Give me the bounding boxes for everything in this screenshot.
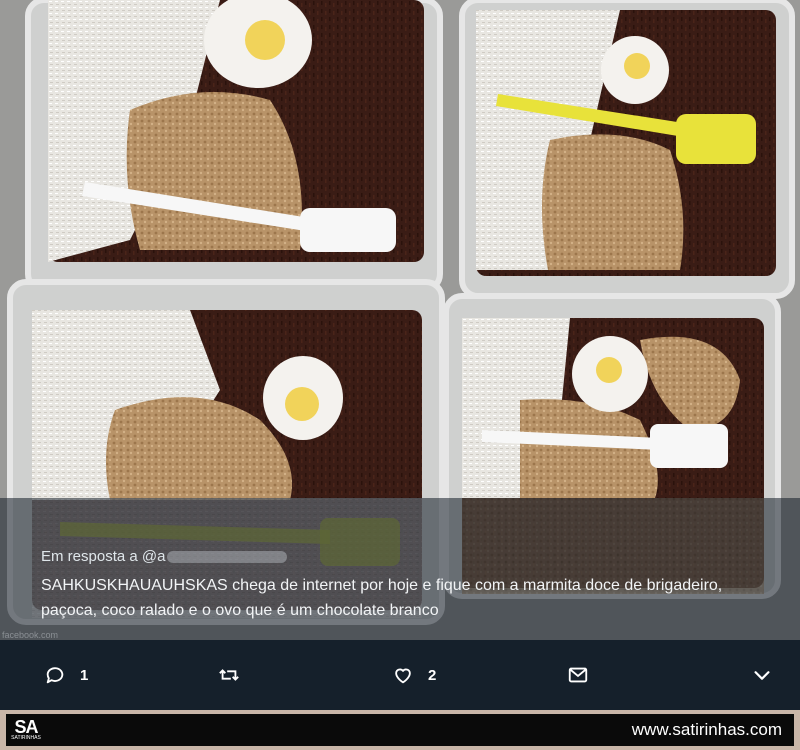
envelope-icon <box>568 667 588 683</box>
logo-mark: SA <box>14 717 38 737</box>
watermark-footer: SA SATIRINHAS www.satirinhas.com <box>0 710 800 750</box>
logo-subtext: SATIRINHAS <box>11 735 41 741</box>
more-options-button[interactable] <box>751 640 773 710</box>
tray-top-left <box>25 0 443 293</box>
chevron-down-icon <box>754 671 770 680</box>
reply-handle[interactable]: @a <box>142 548 166 565</box>
reply-button[interactable]: 1 <box>44 640 88 710</box>
retweet-button[interactable] <box>218 640 240 710</box>
tweet-text: SAHKUSKHAUAUHSKAS chega de internet por … <box>41 577 723 619</box>
reply-prefix: Em resposta a <box>41 548 138 565</box>
blurred-handle <box>167 551 288 564</box>
reply-to-line: Em resposta a @a <box>41 548 288 565</box>
tweet-action-bar: 1 2 <box>0 640 800 710</box>
direct-message-button[interactable] <box>567 640 589 710</box>
retweet-icon <box>219 669 239 681</box>
source-watermark: facebook.com <box>2 630 59 640</box>
heart-icon <box>395 668 411 684</box>
like-count: 2 <box>428 666 437 684</box>
like-button[interactable]: 2 <box>392 640 436 710</box>
reply-icon <box>46 667 64 684</box>
reply-count: 1 <box>80 666 89 684</box>
tray-top-right <box>459 0 795 299</box>
site-url[interactable]: www.satirinhas.com <box>632 720 782 740</box>
satirinhas-logo: SA SATIRINHAS <box>10 716 42 744</box>
watermark-bar: SA SATIRINHAS www.satirinhas.com <box>6 714 794 746</box>
